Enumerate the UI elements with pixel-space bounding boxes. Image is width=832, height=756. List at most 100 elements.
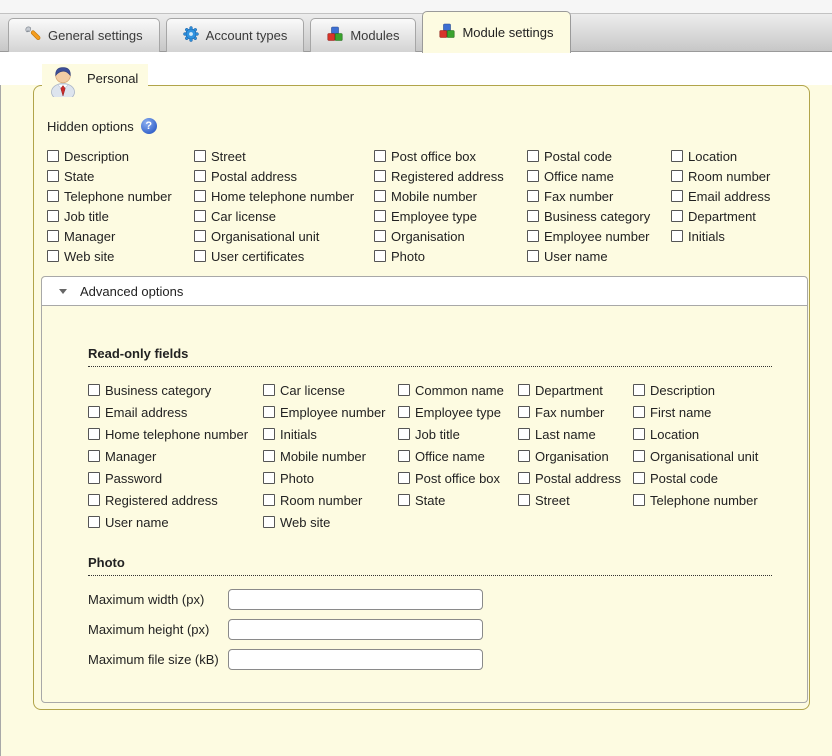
read-only-field-cell[interactable]: State bbox=[398, 489, 518, 511]
hidden-option-checkbox[interactable] bbox=[194, 230, 206, 242]
hidden-option-checkbox[interactable] bbox=[671, 150, 683, 162]
hidden-option-checkbox[interactable] bbox=[47, 190, 59, 202]
hidden-option-checkbox[interactable] bbox=[374, 170, 386, 182]
read-only-field-checkbox[interactable] bbox=[633, 384, 645, 396]
read-only-field-checkbox[interactable] bbox=[518, 428, 530, 440]
tab-module-settings[interactable]: Module settings bbox=[422, 11, 570, 53]
hidden-option-checkbox[interactable] bbox=[194, 250, 206, 262]
read-only-field-checkbox[interactable] bbox=[263, 406, 275, 418]
hidden-option-checkbox[interactable] bbox=[374, 190, 386, 202]
read-only-field-checkbox[interactable] bbox=[633, 428, 645, 440]
read-only-field-cell[interactable]: Email address bbox=[88, 401, 263, 423]
hidden-option-cell[interactable]: Job title bbox=[47, 206, 194, 226]
read-only-field-checkbox[interactable] bbox=[398, 428, 410, 440]
hidden-option-checkbox[interactable] bbox=[374, 150, 386, 162]
read-only-field-checkbox[interactable] bbox=[263, 450, 275, 462]
hidden-option-checkbox[interactable] bbox=[671, 210, 683, 222]
hidden-option-checkbox[interactable] bbox=[527, 150, 539, 162]
read-only-field-checkbox[interactable] bbox=[518, 494, 530, 506]
hidden-option-cell[interactable]: Postal code bbox=[527, 146, 671, 166]
read-only-field-cell[interactable]: First name bbox=[633, 401, 772, 423]
read-only-field-cell[interactable]: Room number bbox=[263, 489, 398, 511]
hidden-option-cell[interactable]: Employee number bbox=[527, 226, 671, 246]
photo-field-input[interactable] bbox=[228, 619, 483, 640]
read-only-field-checkbox[interactable] bbox=[633, 406, 645, 418]
read-only-field-cell[interactable]: Telephone number bbox=[633, 489, 772, 511]
hidden-option-cell[interactable]: Office name bbox=[527, 166, 671, 186]
hidden-option-cell[interactable]: Organisation bbox=[374, 226, 527, 246]
read-only-field-cell[interactable]: Location bbox=[633, 423, 772, 445]
hidden-option-cell[interactable]: Post office box bbox=[374, 146, 527, 166]
read-only-field-checkbox[interactable] bbox=[88, 428, 100, 440]
hidden-option-checkbox[interactable] bbox=[671, 230, 683, 242]
read-only-field-cell[interactable]: Password bbox=[88, 467, 263, 489]
hidden-option-checkbox[interactable] bbox=[374, 210, 386, 222]
hidden-option-checkbox[interactable] bbox=[47, 250, 59, 262]
read-only-field-cell[interactable]: Web site bbox=[263, 511, 398, 533]
hidden-option-cell[interactable]: Organisational unit bbox=[194, 226, 374, 246]
hidden-option-cell[interactable]: Home telephone number bbox=[194, 186, 374, 206]
read-only-field-checkbox[interactable] bbox=[633, 472, 645, 484]
hidden-option-cell[interactable]: Mobile number bbox=[374, 186, 527, 206]
hidden-option-checkbox[interactable] bbox=[527, 250, 539, 262]
hidden-option-checkbox[interactable] bbox=[527, 170, 539, 182]
tab-modules[interactable]: Modules bbox=[310, 18, 416, 52]
read-only-field-checkbox[interactable] bbox=[518, 450, 530, 462]
read-only-field-checkbox[interactable] bbox=[88, 406, 100, 418]
read-only-field-checkbox[interactable] bbox=[398, 450, 410, 462]
read-only-field-cell[interactable]: Business category bbox=[88, 379, 263, 401]
read-only-field-cell[interactable]: Organisational unit bbox=[633, 445, 772, 467]
read-only-field-checkbox[interactable] bbox=[88, 450, 100, 462]
hidden-option-checkbox[interactable] bbox=[194, 150, 206, 162]
read-only-field-cell[interactable]: Employee type bbox=[398, 401, 518, 423]
read-only-field-cell[interactable]: Mobile number bbox=[263, 445, 398, 467]
read-only-field-cell[interactable]: Registered address bbox=[88, 489, 263, 511]
hidden-option-cell[interactable]: Manager bbox=[47, 226, 194, 246]
read-only-field-cell[interactable]: Description bbox=[633, 379, 772, 401]
read-only-field-checkbox[interactable] bbox=[263, 516, 275, 528]
hidden-option-checkbox[interactable] bbox=[671, 170, 683, 182]
read-only-field-cell[interactable]: Post office box bbox=[398, 467, 518, 489]
read-only-field-checkbox[interactable] bbox=[633, 494, 645, 506]
read-only-field-checkbox[interactable] bbox=[633, 450, 645, 462]
read-only-field-checkbox[interactable] bbox=[263, 428, 275, 440]
read-only-field-cell[interactable]: Organisation bbox=[518, 445, 633, 467]
hidden-option-checkbox[interactable] bbox=[374, 230, 386, 242]
read-only-field-checkbox[interactable] bbox=[398, 384, 410, 396]
hidden-option-cell[interactable]: Fax number bbox=[527, 186, 671, 206]
hidden-option-cell[interactable]: Email address bbox=[671, 186, 809, 206]
tab-account-types[interactable]: Account types bbox=[166, 18, 305, 52]
read-only-field-checkbox[interactable] bbox=[398, 494, 410, 506]
hidden-option-cell[interactable]: Street bbox=[194, 146, 374, 166]
read-only-field-checkbox[interactable] bbox=[518, 472, 530, 484]
hidden-option-cell[interactable]: User name bbox=[527, 246, 671, 266]
read-only-field-cell[interactable]: Initials bbox=[263, 423, 398, 445]
read-only-field-cell[interactable]: Manager bbox=[88, 445, 263, 467]
read-only-field-checkbox[interactable] bbox=[263, 494, 275, 506]
hidden-option-checkbox[interactable] bbox=[671, 190, 683, 202]
hidden-option-checkbox[interactable] bbox=[47, 170, 59, 182]
advanced-options-toggle[interactable]: Advanced options bbox=[42, 277, 807, 306]
read-only-field-checkbox[interactable] bbox=[518, 384, 530, 396]
hidden-option-cell[interactable]: Employee type bbox=[374, 206, 527, 226]
hidden-option-cell[interactable]: Postal address bbox=[194, 166, 374, 186]
read-only-field-checkbox[interactable] bbox=[398, 406, 410, 418]
hidden-option-cell[interactable]: User certificates bbox=[194, 246, 374, 266]
hidden-option-cell[interactable]: Room number bbox=[671, 166, 809, 186]
read-only-field-cell[interactable]: Job title bbox=[398, 423, 518, 445]
hidden-option-checkbox[interactable] bbox=[527, 210, 539, 222]
hidden-option-cell[interactable]: State bbox=[47, 166, 194, 186]
hidden-option-checkbox[interactable] bbox=[194, 170, 206, 182]
hidden-option-cell[interactable]: Description bbox=[47, 146, 194, 166]
read-only-field-cell[interactable]: Street bbox=[518, 489, 633, 511]
hidden-option-checkbox[interactable] bbox=[47, 210, 59, 222]
read-only-field-checkbox[interactable] bbox=[88, 516, 100, 528]
read-only-field-checkbox[interactable] bbox=[518, 406, 530, 418]
help-icon[interactable]: ? bbox=[141, 118, 157, 134]
hidden-option-checkbox[interactable] bbox=[47, 150, 59, 162]
read-only-field-checkbox[interactable] bbox=[88, 384, 100, 396]
read-only-field-cell[interactable]: Home telephone number bbox=[88, 423, 263, 445]
hidden-option-cell[interactable]: Initials bbox=[671, 226, 809, 246]
read-only-field-checkbox[interactable] bbox=[263, 472, 275, 484]
hidden-option-cell[interactable]: Car license bbox=[194, 206, 374, 226]
